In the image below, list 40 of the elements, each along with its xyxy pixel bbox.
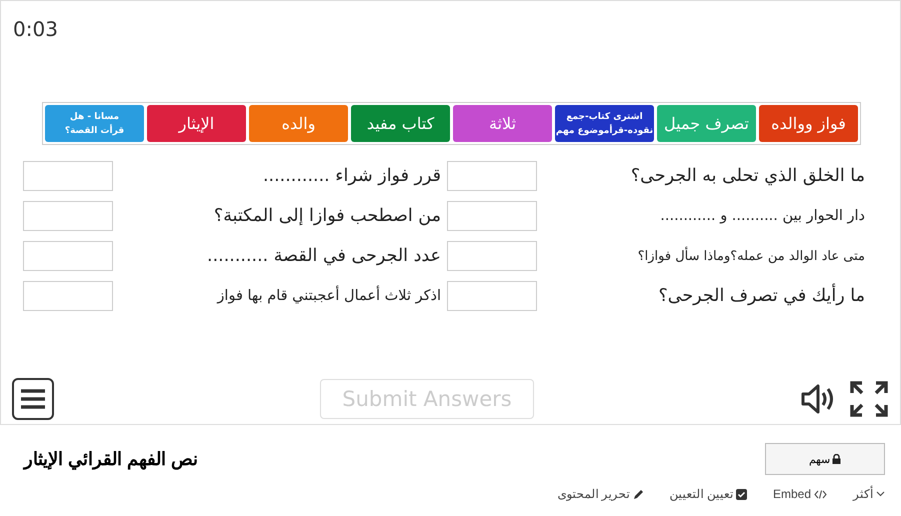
lock-icon	[832, 454, 841, 464]
answer-tile[interactable]: اشترى كتاب-جمع نقوده-قرأموضوع مهم	[555, 105, 654, 142]
speaker-icon[interactable]	[800, 383, 836, 415]
menu-button[interactable]	[12, 378, 54, 420]
answer-tile[interactable]: والده	[249, 105, 348, 142]
answer-field[interactable]	[447, 241, 537, 271]
question-text: قرر فواز شراء ............	[262, 166, 441, 186]
answer-field[interactable]	[447, 201, 537, 231]
answer-tile[interactable]: تصرف جميل	[657, 105, 756, 142]
question-text: دار الحوار بين .......... و ............	[660, 208, 865, 224]
answer-field[interactable]	[23, 241, 113, 271]
action-link[interactable]: Embed	[772, 487, 827, 501]
question-text: ما الخلق الذي تحلى به الجرحى؟	[630, 166, 865, 186]
answer-field[interactable]	[447, 161, 537, 191]
code-icon	[814, 490, 827, 498]
menu-icon	[20, 388, 46, 410]
answer-field[interactable]	[23, 161, 113, 191]
activity-title: نص الفهم القرائي الإيثار	[24, 448, 198, 470]
question-text: متى عاد الوالد من عمله؟وماذا سأل فوازا؟	[638, 248, 865, 264]
chevron-down-icon	[876, 491, 885, 497]
question-text: من اصطحب فوازا إلى المكتبة؟	[214, 206, 441, 226]
checkbox-icon	[736, 488, 747, 500]
answer-field[interactable]	[23, 281, 113, 311]
answer-tile[interactable]: ثلاثة	[453, 105, 552, 142]
pencil-icon	[632, 488, 644, 500]
fullscreen-icon[interactable]	[850, 381, 888, 417]
answer-tile[interactable]: الإيثار	[147, 105, 246, 142]
answer-tile[interactable]: فواز ووالده	[759, 105, 858, 142]
answer-field[interactable]	[447, 281, 537, 311]
action-link[interactable]: تحرير المحتوى	[557, 487, 644, 501]
share-button[interactable]: سهم	[765, 443, 885, 475]
question-text: ما رأيك في تصرف الجرحى؟	[658, 286, 865, 306]
answer-tile[interactable]: مسانا - هل قرأت القصة؟	[45, 105, 144, 142]
timer: 0:03	[12, 16, 59, 41]
action-link[interactable]: أكثر	[853, 487, 885, 501]
action-link[interactable]: تعيين التعيين	[670, 487, 747, 501]
question-text: اذكر ثلاث أعمال أعجبتني قام بها فواز	[217, 288, 441, 304]
answer-field[interactable]	[23, 201, 113, 231]
answer-tile[interactable]: كتاب مفيد	[351, 105, 450, 142]
question-text: عدد الجرحى في القصة ...........	[207, 246, 441, 266]
